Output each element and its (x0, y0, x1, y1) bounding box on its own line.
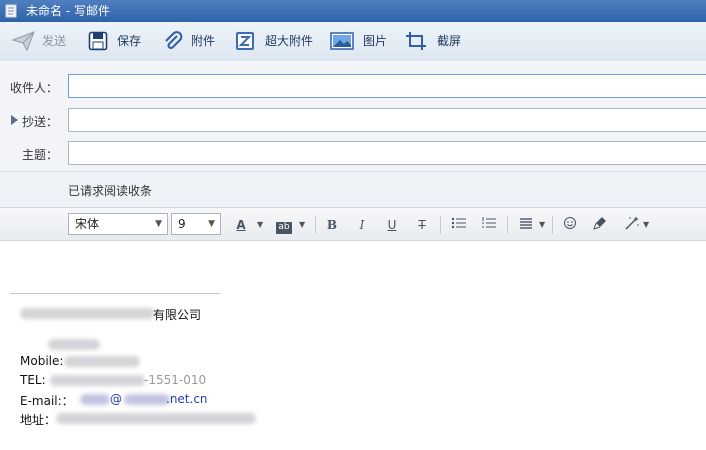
signature-address: 地址： (20, 411, 56, 428)
font-size-select[interactable]: 9 ▼ (171, 213, 221, 235)
signature-company: 有限公司 (20, 306, 201, 323)
format-toolbar: 宋体 ▼ 9 ▼ A ▼ ab ▼ B I U T ▼ ▼ (0, 207, 706, 241)
bullet-list-icon (451, 217, 466, 229)
signature-tel: TEL: (20, 373, 46, 387)
underline-glyph: U (387, 218, 397, 232)
send-button[interactable]: 发送 (12, 30, 72, 52)
font-family-select[interactable]: 宋体 ▼ (68, 213, 168, 235)
large-attachment-icon (236, 32, 254, 50)
separator (315, 216, 316, 234)
read-receipt-bar: 已请求阅读收条 (0, 171, 706, 207)
format-painter-button[interactable] (592, 216, 608, 234)
send-label: 发送 (42, 34, 67, 48)
large-attachment-label: 超大附件 (265, 34, 314, 48)
redaction-blur (50, 375, 145, 386)
screenshot-button[interactable]: 截屏 (405, 30, 465, 52)
separator (440, 216, 441, 234)
image-label: 图片 (363, 34, 388, 48)
subject-input[interactable] (68, 141, 706, 165)
font-color-button[interactable]: A (233, 216, 249, 234)
email-at[interactable]: @ (110, 392, 122, 406)
window-title: 未命名 - 写邮件 (26, 4, 110, 18)
redaction-blur (124, 394, 170, 405)
bold-button[interactable]: B (325, 216, 339, 234)
redaction-blur (64, 356, 140, 367)
font-size-value: 9 (178, 217, 186, 231)
chevron-down-icon: ▼ (208, 219, 215, 229)
attach-label: 附件 (191, 34, 216, 48)
paperclip-icon (165, 31, 183, 49)
message-body-editor[interactable]: 有限公司 Mobile: TEL: -1551-010 E-mail:： @ .… (0, 241, 706, 450)
email-colon: ： (61, 394, 74, 408)
image-button[interactable]: 图片 (330, 30, 390, 52)
align-dropdown-icon[interactable]: ▼ (539, 216, 545, 234)
tel-label: TEL: (20, 373, 46, 387)
signature-divider (10, 293, 220, 294)
redaction-blur (48, 339, 100, 350)
font-color-glyph: A (236, 218, 246, 232)
emoji-icon (564, 217, 576, 229)
format-painter-icon (593, 217, 606, 230)
subject-label: 主题： (21, 148, 58, 162)
highlight-glyph: ab (276, 222, 292, 234)
to-input[interactable] (68, 74, 706, 98)
align-button[interactable] (518, 216, 534, 234)
numbered-list-button[interactable] (481, 216, 497, 234)
cc-row: 抄送： (0, 108, 706, 134)
underline-button[interactable]: U (385, 216, 399, 234)
to-row: 收件人： (0, 74, 706, 100)
highlight-button[interactable]: ab (274, 216, 294, 234)
magic-wand-icon (625, 216, 639, 230)
italic-glyph: I (359, 218, 365, 232)
mobile-label: Mobile: (20, 354, 64, 368)
image-icon (330, 32, 354, 50)
chevron-down-icon: ▼ (155, 219, 162, 229)
to-label: 收件人： (9, 81, 58, 95)
emoji-button[interactable] (562, 216, 578, 234)
signature-email: E-mail:： (20, 392, 74, 409)
redaction-blur (80, 394, 110, 405)
cc-input[interactable] (68, 108, 706, 132)
company-suffix: 有限公司 (153, 308, 202, 322)
save-button[interactable]: 保存 (88, 30, 144, 52)
magic-wand-button[interactable] (624, 216, 640, 234)
font-color-dropdown-icon[interactable]: ▼ (257, 216, 263, 234)
address-fields: 收件人： 抄送： 主题： (0, 61, 706, 171)
highlight-dropdown-icon[interactable]: ▼ (299, 216, 305, 234)
separator (552, 216, 553, 234)
subject-row: 主题： (0, 141, 706, 167)
bold-glyph: B (326, 218, 338, 232)
strikethrough-button[interactable]: T (415, 216, 429, 234)
window-titlebar: 未命名 - 写邮件 (0, 0, 706, 22)
separator (507, 216, 508, 234)
strike-glyph: T (418, 218, 426, 232)
screenshot-icon (406, 32, 426, 50)
numbered-list-icon (482, 217, 496, 228)
bullet-list-button[interactable] (451, 216, 467, 234)
compose-toolbar: 发送 保存 附件 超大附件 图片 截屏 (0, 22, 706, 62)
attach-button[interactable]: 附件 (163, 30, 218, 52)
read-receipt-text[interactable]: 已请求阅读收条 (68, 182, 152, 199)
cc-label: 抄送： (21, 115, 58, 129)
font-family-value: 宋体 (75, 217, 100, 231)
signature-mobile: Mobile: (20, 354, 63, 368)
expand-cc-arrow-icon[interactable] (11, 115, 18, 125)
save-label: 保存 (117, 34, 142, 48)
align-icon (520, 218, 532, 229)
redaction-blur (20, 308, 155, 319)
email-domain[interactable]: .net.cn (166, 392, 208, 406)
screenshot-label: 截屏 (437, 34, 462, 48)
redaction-blur (56, 413, 256, 424)
save-icon (88, 31, 108, 51)
send-icon (12, 31, 35, 51)
email-label: E-mail: (20, 394, 62, 408)
address-label: 地址： (20, 413, 57, 427)
document-icon (5, 4, 17, 18)
tel-visible-digits: -1551-010 (144, 373, 207, 387)
magic-wand-dropdown-icon[interactable]: ▼ (643, 216, 649, 234)
large-attachment-button[interactable]: 超大附件 (235, 30, 317, 52)
italic-button[interactable]: I (355, 216, 369, 234)
